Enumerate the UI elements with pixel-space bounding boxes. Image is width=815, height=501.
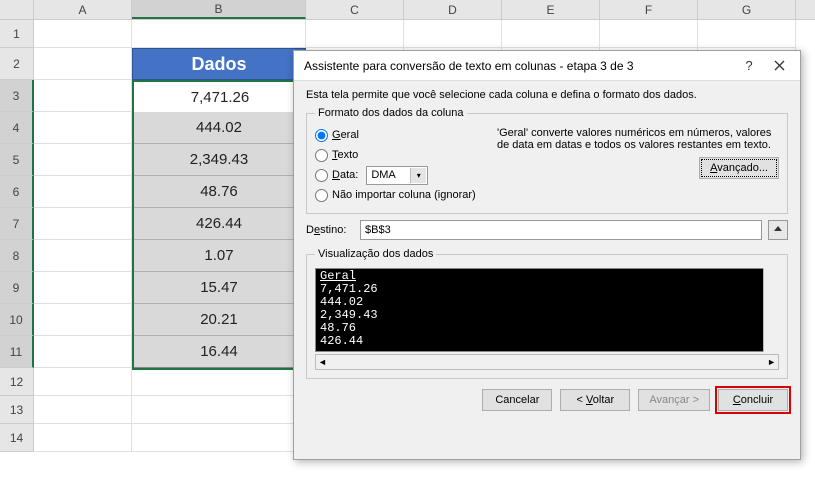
grid-row: 1 <box>0 20 815 48</box>
row-header-11[interactable]: 11 <box>0 336 34 368</box>
finish-button[interactable]: Concluir <box>718 389 788 411</box>
chevron-down-icon: ▾ <box>410 168 426 183</box>
cell-a5[interactable] <box>34 144 132 176</box>
help-button[interactable]: ? <box>734 54 764 78</box>
scrollbar-horizontal[interactable]: ◄ ► <box>315 354 779 370</box>
data-preview-box: Geral 7,471.26 444.02 2,349.43 48.76 426… <box>315 268 779 352</box>
row-header-9[interactable]: 9 <box>0 272 34 304</box>
column-format-legend: Formato dos dados da coluna <box>315 107 467 119</box>
geral-description: 'Geral' converte valores numéricos em nú… <box>497 127 779 151</box>
radio-ignore[interactable] <box>315 189 328 202</box>
dialog-button-row: Cancelar < Voltar Avançar > Concluir <box>294 379 800 421</box>
column-format-group: Formato dos dados da coluna Geral Texto … <box>306 107 788 214</box>
chevron-right-icon: ► <box>767 357 776 367</box>
data-preview-legend: Visualização dos dados <box>315 248 436 260</box>
cell-a14[interactable] <box>34 424 132 452</box>
arrow-up-icon <box>773 225 783 235</box>
date-format-combo[interactable]: DMA ▾ <box>366 166 428 185</box>
row-header-7[interactable]: 7 <box>0 208 34 240</box>
row-header-13[interactable]: 13 <box>0 396 34 424</box>
row-header-5[interactable]: 5 <box>0 144 34 176</box>
dialog-title: Assistente para conversão de texto em co… <box>304 59 734 73</box>
cell-c1[interactable] <box>306 20 404 48</box>
row-header-1[interactable]: 1 <box>0 20 34 48</box>
radio-texto-label[interactable]: Texto <box>332 149 358 161</box>
col-header-g[interactable]: G <box>698 0 796 19</box>
data-preview-group: Visualização dos dados Geral 7,471.26 44… <box>306 248 788 379</box>
cell-d1[interactable] <box>404 20 502 48</box>
cell-b14[interactable] <box>132 424 306 452</box>
active-cell-b3[interactable]: 7,471.26 <box>134 82 306 112</box>
cell-b5[interactable]: 2,349.43 <box>132 144 306 176</box>
text-to-columns-dialog: Assistente para conversão de texto em co… <box>293 50 801 460</box>
destination-label: Destino: <box>306 224 354 236</box>
cell-a2[interactable] <box>34 48 132 80</box>
close-button[interactable] <box>764 54 794 78</box>
cell-g1[interactable] <box>698 20 796 48</box>
cell-a12[interactable] <box>34 368 132 396</box>
select-all-corner[interactable] <box>0 0 34 19</box>
cell-a9[interactable] <box>34 272 132 304</box>
collapse-dialog-button[interactable] <box>768 220 788 240</box>
cell-b6[interactable]: 48.76 <box>132 176 306 208</box>
cell-a1[interactable] <box>34 20 132 48</box>
cell-b7[interactable]: 426.44 <box>132 208 306 240</box>
cell-b8[interactable]: 1.07 <box>132 240 306 272</box>
cell-a11[interactable] <box>34 336 132 368</box>
row-header-4[interactable]: 4 <box>0 112 34 144</box>
date-format-value: DMA <box>371 169 395 181</box>
dialog-intro-text: Esta tela permite que você selecione cad… <box>306 89 788 101</box>
next-button: Avançar > <box>638 389 710 411</box>
row-header-14[interactable]: 14 <box>0 424 34 452</box>
radio-texto[interactable] <box>315 149 328 162</box>
row-header-10[interactable]: 10 <box>0 304 34 336</box>
back-button[interactable]: < Voltar <box>560 389 630 411</box>
cancel-button[interactable]: Cancelar <box>482 389 552 411</box>
cell-b9[interactable]: 15.47 <box>132 272 306 304</box>
advanced-button[interactable]: Avançado... <box>699 157 779 179</box>
cell-e1[interactable] <box>502 20 600 48</box>
cell-a13[interactable] <box>34 396 132 424</box>
cell-a3[interactable] <box>34 80 132 112</box>
radio-ignore-label[interactable]: Não importar coluna (ignorar) <box>332 189 476 201</box>
cell-b10[interactable]: 20.21 <box>132 304 306 336</box>
cell-a10[interactable] <box>34 304 132 336</box>
radio-data[interactable] <box>315 169 328 182</box>
cell-b11[interactable]: 16.44 <box>132 336 306 368</box>
close-icon <box>774 60 785 71</box>
col-header-f[interactable]: F <box>600 0 698 19</box>
row-header-2[interactable]: 2 <box>0 48 34 80</box>
chevron-left-icon: ◄ <box>318 357 327 367</box>
table-header-dados[interactable]: Dados <box>132 48 306 80</box>
col-header-d[interactable]: D <box>404 0 502 19</box>
cell-b4[interactable]: 444.02 <box>132 112 306 144</box>
cell-a4[interactable] <box>34 112 132 144</box>
cell-a8[interactable] <box>34 240 132 272</box>
row-header-6[interactable]: 6 <box>0 176 34 208</box>
col-header-e[interactable]: E <box>502 0 600 19</box>
row-header-12[interactable]: 12 <box>0 368 34 396</box>
col-header-b[interactable]: B <box>132 0 306 19</box>
col-header-a[interactable]: A <box>34 0 132 19</box>
radio-geral-label[interactable]: Geral <box>332 129 359 141</box>
cell-a6[interactable] <box>34 176 132 208</box>
destination-input[interactable] <box>360 220 762 240</box>
cell-b1[interactable] <box>132 20 306 48</box>
cell-f1[interactable] <box>600 20 698 48</box>
cell-a7[interactable] <box>34 208 132 240</box>
cell-b12[interactable] <box>132 368 306 396</box>
radio-data-label[interactable]: Data: <box>332 169 358 181</box>
row-header-3[interactable]: 3 <box>0 80 34 112</box>
col-header-c[interactable]: C <box>306 0 404 19</box>
cell-b13[interactable] <box>132 396 306 424</box>
dialog-titlebar[interactable]: Assistente para conversão de texto em co… <box>294 51 800 81</box>
radio-geral[interactable] <box>315 129 328 142</box>
row-header-8[interactable]: 8 <box>0 240 34 272</box>
scrollbar-vertical[interactable] <box>763 268 779 352</box>
column-header-row: A B C D E F G <box>0 0 815 20</box>
